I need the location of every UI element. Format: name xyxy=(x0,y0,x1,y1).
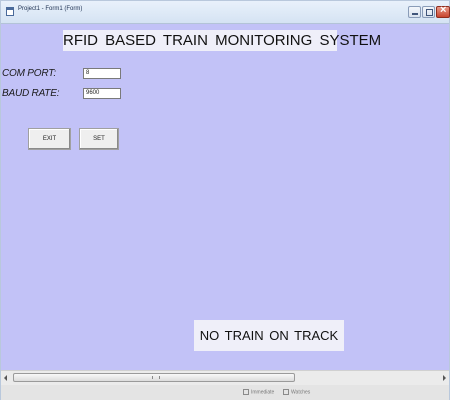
app-icon xyxy=(6,7,14,16)
form-canvas: RFID BASED TRAIN MONITORING SYSTEM COM P… xyxy=(1,24,449,370)
scroll-left-icon[interactable] xyxy=(4,375,7,381)
com-port-label: COM PORT: xyxy=(2,68,56,79)
watches-tab[interactable]: Watches xyxy=(283,389,310,395)
window-title: Project1 - Form1 (Form) xyxy=(18,6,83,12)
set-button[interactable]: SET xyxy=(79,128,119,150)
vb-form-window: Project1 - Form1 (Form) RFID BASED TRAIN… xyxy=(0,0,450,400)
scrollbar-thumb[interactable] xyxy=(13,373,295,382)
grip-icon xyxy=(152,376,160,379)
close-icon[interactable] xyxy=(436,4,450,18)
watches-tab-label: Watches xyxy=(291,389,311,396)
immediate-icon xyxy=(243,389,249,395)
bottom-panel-tabs: Immediate Watches xyxy=(1,385,449,400)
com-port-input[interactable]: 8 xyxy=(83,68,121,79)
baud-rate-label: BAUD RATE: xyxy=(2,88,60,99)
scroll-right-icon[interactable] xyxy=(443,375,446,381)
immediate-tab-label: Immediate xyxy=(251,389,275,396)
horizontal-scrollbar[interactable] xyxy=(1,370,449,385)
watches-icon xyxy=(283,389,289,395)
train-status-label: NO TRAIN ON TRACK xyxy=(194,320,344,351)
baud-rate-input[interactable]: 9600 xyxy=(83,88,121,99)
exit-button[interactable]: EXIT xyxy=(28,128,71,150)
minimize-icon[interactable] xyxy=(408,6,421,18)
system-title-label: RFID BASED TRAIN MONITORING SYSTEM xyxy=(63,30,382,51)
title-bar[interactable]: Project1 - Form1 (Form) xyxy=(1,1,450,24)
maximize-icon[interactable] xyxy=(422,6,435,18)
immediate-tab[interactable]: Immediate xyxy=(243,389,274,395)
